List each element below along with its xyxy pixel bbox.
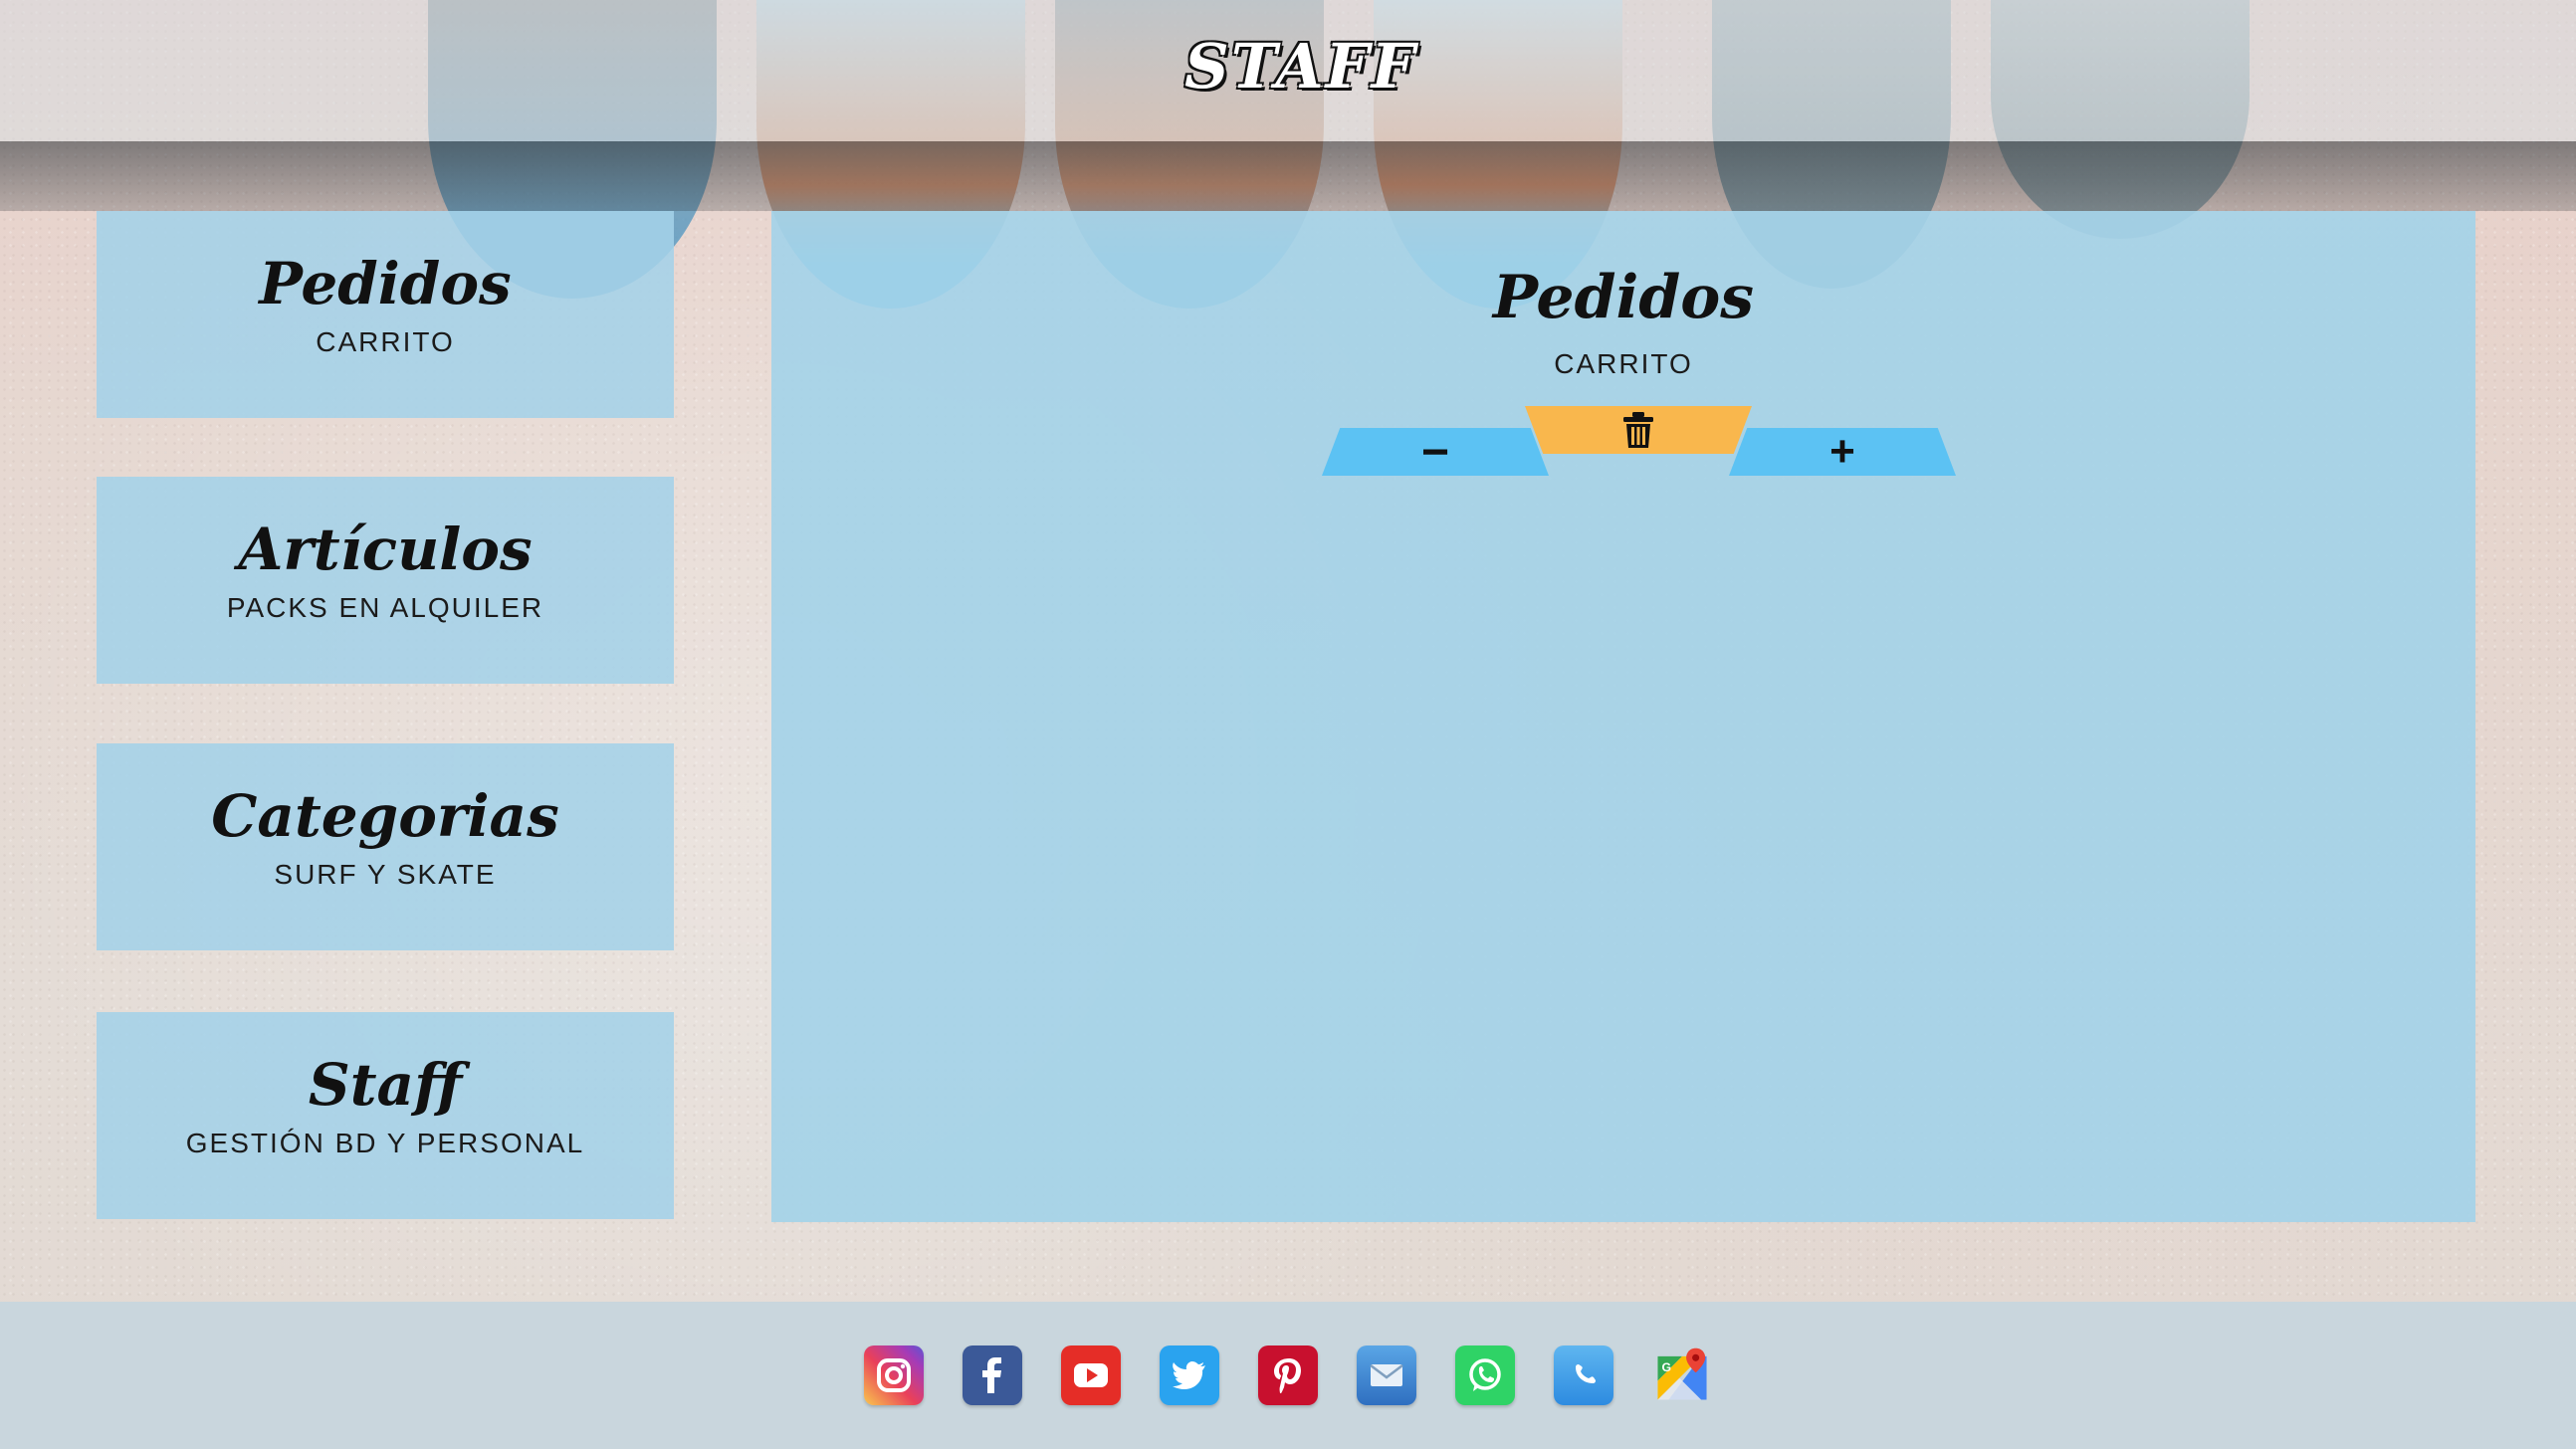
twitter-icon <box>1173 1361 1205 1389</box>
instagram-icon <box>877 1358 911 1392</box>
sidebar-item-subtitle: CARRITO <box>316 326 455 357</box>
header-shadow <box>0 141 2576 211</box>
whatsapp-icon <box>1469 1358 1501 1391</box>
delete-button[interactable] <box>1525 406 1752 454</box>
facebook-link[interactable] <box>963 1346 1022 1405</box>
pinterest-link[interactable] <box>1258 1346 1318 1405</box>
maps-link[interactable]: G <box>1652 1346 1712 1405</box>
sidebar-item-title: Staff <box>308 1051 463 1119</box>
sidebar-item-subtitle: SURF Y SKATE <box>274 859 497 890</box>
twitter-link[interactable] <box>1160 1346 1219 1405</box>
youtube-icon <box>1074 1363 1108 1387</box>
decrease-button[interactable]: − <box>1322 428 1549 476</box>
sidebar-item-categorias[interactable]: Categorias SURF Y SKATE <box>97 743 674 950</box>
mail-icon <box>1370 1364 1403 1386</box>
sidebar-item-articulos[interactable]: Artículos PACKS EN ALQUILER <box>97 477 674 684</box>
facebook-icon <box>982 1357 1001 1393</box>
pinterest-icon <box>1274 1358 1301 1393</box>
sidebar-item-title: Categorias <box>211 782 559 850</box>
increase-button[interactable]: + <box>1729 428 1956 476</box>
sidebar-item-subtitle: GESTIÓN BD Y PERSONAL <box>185 1128 585 1158</box>
svg-text:G: G <box>1662 1360 1672 1374</box>
minus-label: − <box>1420 425 1450 479</box>
instagram-link[interactable] <box>864 1346 924 1405</box>
site-title: STAFF <box>1184 30 1417 103</box>
sidebar-item-title: Pedidos <box>259 250 512 317</box>
google-maps-icon: G <box>1657 1347 1707 1400</box>
whatsapp-link[interactable] <box>1455 1346 1515 1405</box>
main-panel: Pedidos CARRITO − + <box>771 211 2475 1222</box>
phone-link[interactable] <box>1554 1346 1613 1405</box>
mail-link[interactable] <box>1357 1346 1416 1405</box>
sidebar-item-title: Artículos <box>238 516 533 583</box>
plus-label: + <box>1829 427 1855 476</box>
panel-title: Pedidos <box>1492 263 1755 332</box>
sidebar-item-pedidos[interactable]: Pedidos CARRITO <box>97 211 674 418</box>
youtube-link[interactable] <box>1061 1346 1121 1405</box>
sidebar-item-staff[interactable]: Staff GESTIÓN BD Y PERSONAL <box>97 1012 674 1219</box>
phone-icon <box>1576 1364 1596 1383</box>
trash-icon <box>1623 412 1653 448</box>
panel-subtitle: CARRITO <box>1554 348 1693 379</box>
sidebar-item-subtitle: PACKS EN ALQUILER <box>226 592 544 623</box>
